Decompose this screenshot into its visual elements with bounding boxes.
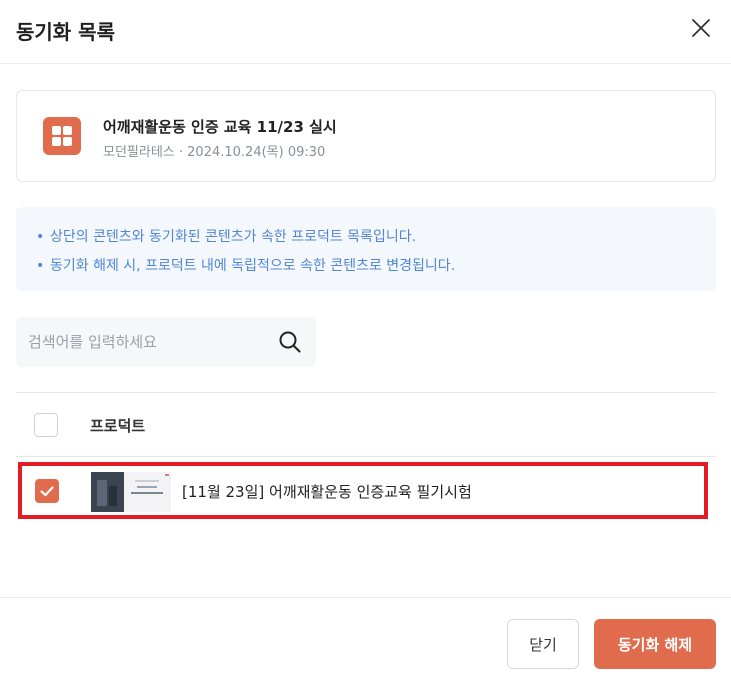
select-all-checkbox[interactable] <box>34 413 58 437</box>
info-text: 동기화 해제 시, 프로덕트 내에 독립적으로 속한 콘텐츠로 변경됩니다. <box>50 258 456 274</box>
product-thumbnail <box>91 472 171 512</box>
check-icon <box>40 486 54 497</box>
close-icon[interactable] <box>689 16 713 40</box>
search-box <box>16 317 316 367</box>
row-checkbox[interactable] <box>35 479 59 503</box>
sync-list-modal: 동기화 목록 어깨재활운동 인증 교육 11/23 실시 모던필라테스 · 20… <box>0 0 731 679</box>
content-title: 어깨재활운동 인증 교육 11/23 실시 <box>103 118 337 136</box>
content-meta: 모던필라테스 · 2024.10.24(목) 09:30 <box>103 145 326 160</box>
info-line: • 상단의 콘텐츠와 동기화된 콘텐츠가 속한 프로덕트 목록입니다. <box>36 229 417 245</box>
product-column-header: 프로덕트 <box>90 417 146 435</box>
content-grid-icon <box>43 117 81 155</box>
close-button[interactable]: 닫기 <box>507 619 579 669</box>
modal-title: 동기화 목록 <box>16 20 115 44</box>
info-box: • 상단의 콘텐츠와 동기화된 콘텐츠가 속한 프로덕트 목록입니다. • 동기화 … <box>16 207 716 291</box>
info-line: • 동기화 해제 시, 프로덕트 내에 독립적으로 속한 콘텐츠로 변경됩니다. <box>36 258 456 274</box>
product-name: [11월 23일] 어깨재활운동 인증교육 필기시험 <box>182 483 472 501</box>
search-icon[interactable] <box>278 330 302 354</box>
unsync-button[interactable]: 동기화 해제 <box>594 619 716 669</box>
modal-header: 동기화 목록 <box>0 0 731 64</box>
footer-divider <box>0 597 731 598</box>
table-row[interactable]: [11월 23일] 어깨재활운동 인증교육 필기시험 <box>18 462 708 519</box>
content-card: 어깨재활운동 인증 교육 11/23 실시 모던필라테스 · 2024.10.2… <box>16 90 716 182</box>
info-text: 상단의 콘텐츠와 동기화된 콘텐츠가 속한 프로덕트 목록입니다. <box>50 229 417 245</box>
table-header: 프로덕트 <box>16 393 716 457</box>
search-input[interactable] <box>28 317 268 367</box>
